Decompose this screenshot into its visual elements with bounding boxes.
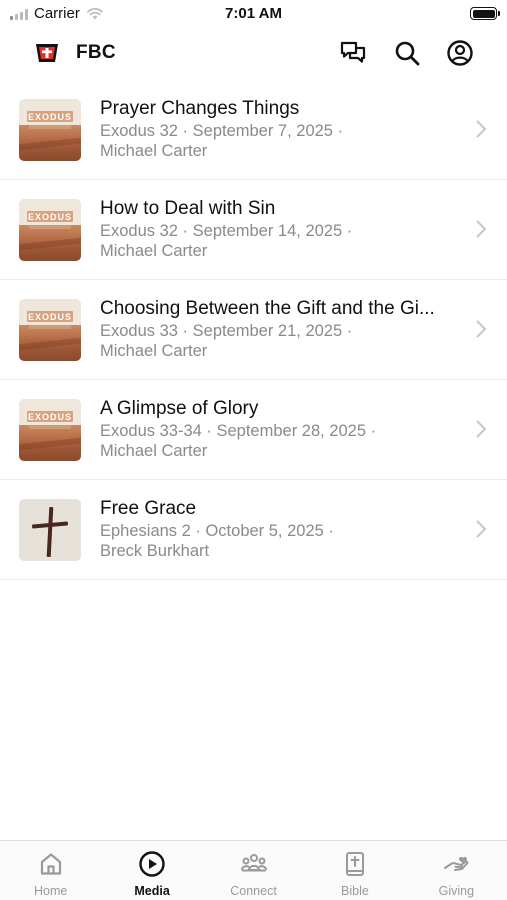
chat-bubbles-icon <box>340 41 366 63</box>
sermon-speaker: Breck Burkhart <box>100 542 210 560</box>
sermon-thumbnail: EXODUS <box>19 199 81 261</box>
sermon-row[interactable]: EXODUS Choosing Between the Gift and the… <box>0 280 507 380</box>
app-header: FBC <box>0 28 507 80</box>
sermon-meta: Exodus 32 · September 14, 2025 · <box>100 222 353 240</box>
tab-label: Giving <box>438 884 475 898</box>
sermon-thumbnail: EXODUS <box>19 299 81 361</box>
sermon-row[interactable]: EXODUS A Glimpse of Glory Exodus 33-34 ·… <box>0 380 507 480</box>
tab-giving[interactable]: Giving <box>406 841 507 900</box>
sermon-row[interactable]: Free Grace Ephesians 2 · October 5, 2025… <box>0 480 507 580</box>
tab-bar: Home Media Connect Bible Giving <box>0 840 507 900</box>
sermon-title: Prayer Changes Things <box>100 98 300 119</box>
sermon-speaker: Michael Carter <box>100 142 208 160</box>
chevron-right-icon <box>476 120 487 138</box>
search-icon <box>395 41 420 66</box>
profile-button[interactable] <box>446 39 474 67</box>
tab-label: Home <box>34 884 68 898</box>
bible-icon <box>345 852 364 876</box>
sermon-thumbnail <box>19 499 81 561</box>
account-icon <box>447 40 473 66</box>
chevron-right-icon <box>476 520 487 538</box>
sermon-speaker: Michael Carter <box>100 342 208 360</box>
tab-label: Connect <box>230 884 277 898</box>
sermon-list: EXODUS Prayer Changes Things Exodus 32 ·… <box>0 80 507 580</box>
church-logo-icon <box>36 44 58 62</box>
giving-hand-icon <box>444 856 469 871</box>
tab-bible[interactable]: Bible <box>304 841 405 900</box>
status-time: 7:01 AM <box>225 5 282 22</box>
sermon-thumbnail: EXODUS <box>19 399 81 461</box>
battery-icon <box>470 7 500 20</box>
sermon-title: A Glimpse of Glory <box>100 398 259 419</box>
sermon-meta: Ephesians 2 · October 5, 2025 · <box>100 522 334 540</box>
search-button[interactable] <box>393 39 421 67</box>
app-title: FBC <box>76 42 116 63</box>
tab-connect[interactable]: Connect <box>203 841 304 900</box>
tab-home[interactable]: Home <box>0 841 101 900</box>
sermon-speaker: Michael Carter <box>100 442 208 460</box>
status-bar: Carrier 7:01 AM <box>0 0 507 28</box>
chevron-right-icon <box>476 220 487 238</box>
tab-label: Media <box>134 884 170 898</box>
sermon-meta: Exodus 32 · September 7, 2025 · <box>100 122 344 140</box>
chevron-right-icon <box>476 320 487 338</box>
sermon-speaker: Michael Carter <box>100 242 208 260</box>
chevron-right-icon <box>476 420 487 438</box>
sermon-meta: Exodus 33 · September 21, 2025 · <box>100 322 353 340</box>
sermon-title: Free Grace <box>100 498 197 519</box>
sermon-thumbnail: EXODUS <box>19 99 81 161</box>
play-circle-icon <box>139 851 165 877</box>
group-icon <box>240 854 267 872</box>
tab-media[interactable]: Media <box>101 841 202 900</box>
home-icon <box>40 853 61 875</box>
sermon-row[interactable]: EXODUS Prayer Changes Things Exodus 32 ·… <box>0 80 507 180</box>
messages-button[interactable] <box>339 39 367 67</box>
sermon-title: How to Deal with Sin <box>100 198 276 219</box>
sermon-meta: Exodus 33-34 · September 28, 2025 · <box>100 422 377 440</box>
sermon-row[interactable]: EXODUS How to Deal with Sin Exodus 32 · … <box>0 180 507 280</box>
tab-label: Bible <box>341 884 369 898</box>
sermon-title: Choosing Between the Gift and the Gi... <box>100 298 435 319</box>
